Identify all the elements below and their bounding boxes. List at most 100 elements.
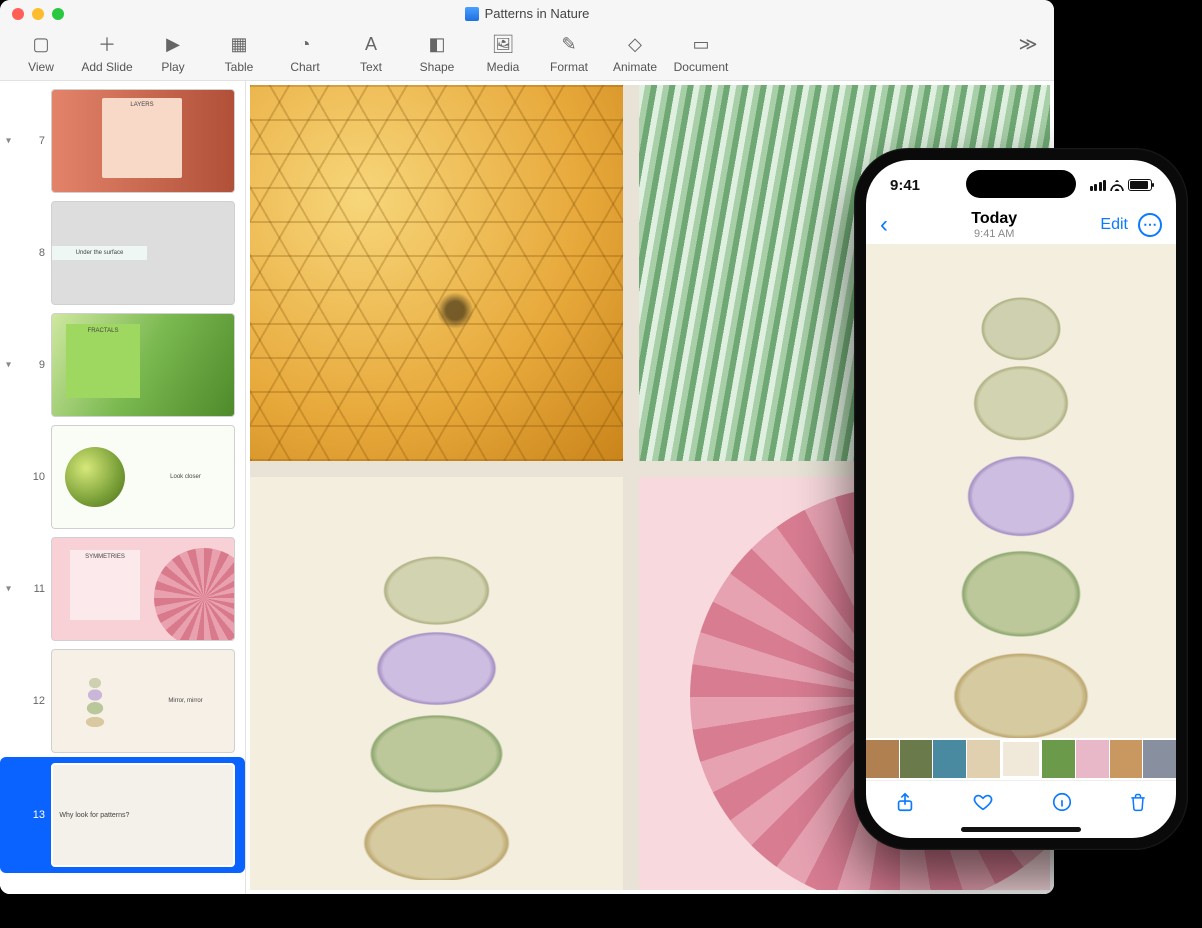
slide-number: 8 xyxy=(27,247,45,259)
nav-subtitle: 9:41 AM xyxy=(971,228,1017,240)
slide-thumbnail[interactable]: SYMMETRIES xyxy=(51,537,235,641)
slide-navigator[interactable]: ▾ 7 LAYERS 8 Under the surface ▾ 9 FRACT… xyxy=(0,81,246,894)
slide-title: Why look for patterns? xyxy=(53,804,136,827)
slide-thumbnail[interactable]: Under the surface xyxy=(51,201,235,305)
heart-icon xyxy=(971,791,995,813)
toolbar-format-button[interactable]: ✎ Format xyxy=(536,32,602,74)
view-icon: ▢ xyxy=(27,32,55,56)
slide-title: Mirror, mirror xyxy=(137,692,234,710)
photo-strip-thumb[interactable] xyxy=(1042,740,1075,778)
canvas-image-honeycomb[interactable] xyxy=(250,85,623,461)
document-toolbar-icon: ▭ xyxy=(687,32,715,56)
info-button[interactable] xyxy=(1051,791,1073,819)
toolbar-label: Animate xyxy=(613,60,657,74)
more-button[interactable]: ⋯ xyxy=(1138,213,1162,237)
trash-icon xyxy=(1128,791,1148,813)
photo-strip-thumb[interactable] xyxy=(1110,740,1143,778)
photo-viewer[interactable] xyxy=(866,244,1176,738)
slide-row-8[interactable]: 8 Under the surface xyxy=(0,197,245,309)
toolbar-view-button[interactable]: ▢ View xyxy=(8,32,74,74)
share-button[interactable] xyxy=(894,791,916,819)
chevron-right-icon: ≫ xyxy=(1014,32,1042,56)
text-icon: A xyxy=(357,32,385,56)
photo-strip-thumb[interactable] xyxy=(933,740,966,778)
slide-title: SYMMETRIES xyxy=(70,550,140,620)
photo-strip-thumb[interactable] xyxy=(900,740,933,778)
toolbar-label: Play xyxy=(161,60,184,74)
toolbar-label: Text xyxy=(360,60,382,74)
maximize-window-button[interactable] xyxy=(52,8,64,20)
toolbar-overflow-button[interactable]: ≫ xyxy=(1010,32,1046,60)
toolbar-chart-button[interactable]: ◔ Chart xyxy=(272,32,338,74)
toolbar-shape-button[interactable]: ◧ Shape xyxy=(404,32,470,74)
info-icon xyxy=(1051,791,1073,813)
photo-strip-thumb[interactable] xyxy=(1143,740,1176,778)
slide-number: 10 xyxy=(27,471,45,483)
toolbar-text-button[interactable]: A Text xyxy=(338,32,404,74)
slide-number: 11 xyxy=(27,583,45,595)
photo-strip-thumb[interactable] xyxy=(1076,740,1109,778)
slide-thumbnail[interactable]: Look closer xyxy=(51,425,235,529)
chevron-down-icon[interactable]: ▾ xyxy=(6,360,11,371)
slide-row-9[interactable]: ▾ 9 FRACTALS xyxy=(0,309,245,421)
slide-title: Look closer xyxy=(137,468,234,486)
share-icon xyxy=(894,791,916,813)
slide-thumbnail[interactable]: FRACTALS xyxy=(51,313,235,417)
chevron-down-icon[interactable]: ▾ xyxy=(6,136,11,147)
title-bar: Patterns in Nature xyxy=(0,0,1054,28)
slide-number: 7 xyxy=(27,135,45,147)
toolbar-media-button[interactable]: 🖼 Media xyxy=(470,32,536,74)
photo-strip-thumb[interactable] xyxy=(1001,740,1041,778)
cellular-icon xyxy=(1090,180,1107,191)
shape-icon: ◧ xyxy=(423,32,451,56)
chevron-down-icon[interactable]: ▾ xyxy=(6,584,11,595)
toolbar-label: Shape xyxy=(420,60,455,74)
slide-row-7[interactable]: ▾ 7 LAYERS xyxy=(0,85,245,197)
toolbar-label: Add Slide xyxy=(81,60,132,74)
slide-thumbnail[interactable]: Why look for patterns? xyxy=(51,763,235,867)
photo-strip-thumb[interactable] xyxy=(866,740,899,778)
traffic-lights xyxy=(0,8,64,20)
play-icon: ▶ xyxy=(159,32,187,56)
toolbar-animate-button[interactable]: ◇ Animate xyxy=(602,32,668,74)
slide-title: Under the surface xyxy=(52,246,147,260)
window-title-text: Patterns in Nature xyxy=(485,6,590,21)
close-window-button[interactable] xyxy=(12,8,24,20)
favorite-button[interactable] xyxy=(971,791,995,819)
battery-icon xyxy=(1128,179,1152,191)
delete-button[interactable] xyxy=(1128,791,1148,819)
animate-icon: ◇ xyxy=(621,32,649,56)
toolbar-label: Document xyxy=(674,60,729,74)
table-icon: ▦ xyxy=(225,32,253,56)
toolbar-label: Format xyxy=(550,60,588,74)
back-button[interactable]: ‹ xyxy=(880,211,888,239)
home-indicator[interactable] xyxy=(961,827,1081,832)
minimize-window-button[interactable] xyxy=(32,8,44,20)
toolbar-document-button[interactable]: ▭ Document xyxy=(668,32,734,74)
toolbar-label: Media xyxy=(487,60,520,74)
window-title: Patterns in Nature xyxy=(0,6,1054,21)
slide-row-13[interactable]: 13 Why look for patterns? xyxy=(0,757,245,873)
toolbar-play-button[interactable]: ▶ Play xyxy=(140,32,206,74)
canvas-image-sea-urchins[interactable] xyxy=(250,477,623,890)
slide-number: 9 xyxy=(27,359,45,371)
nav-title: Today xyxy=(971,210,1017,228)
slide-thumbnail[interactable]: LAYERS xyxy=(51,89,235,193)
toolbar-add-slide-button[interactable]: ＋ Add Slide xyxy=(74,32,140,74)
photo-strip-thumb[interactable] xyxy=(967,740,1000,778)
slide-row-11[interactable]: ▾ 11 SYMMETRIES xyxy=(0,533,245,645)
edit-button[interactable]: Edit xyxy=(1100,216,1128,234)
slide-thumbnail[interactable]: Mirror, mirror xyxy=(51,649,235,753)
status-time: 9:41 xyxy=(890,177,920,194)
toolbar-table-button[interactable]: ▦ Table xyxy=(206,32,272,74)
wifi-icon xyxy=(1109,179,1125,191)
slide-row-12[interactable]: 12 Mirror, mirror xyxy=(0,645,245,757)
toolbar-label: Chart xyxy=(290,60,319,74)
slide-row-10[interactable]: 10 Look closer xyxy=(0,421,245,533)
slide-title: LAYERS xyxy=(102,98,182,178)
slide-number: 13 xyxy=(27,809,45,821)
slide-number: 12 xyxy=(27,695,45,707)
nav-bar: ‹ Today 9:41 AM Edit ⋯ xyxy=(866,210,1176,244)
chart-icon: ◔ xyxy=(291,32,319,56)
photo-thumbnail-strip[interactable] xyxy=(866,738,1176,780)
